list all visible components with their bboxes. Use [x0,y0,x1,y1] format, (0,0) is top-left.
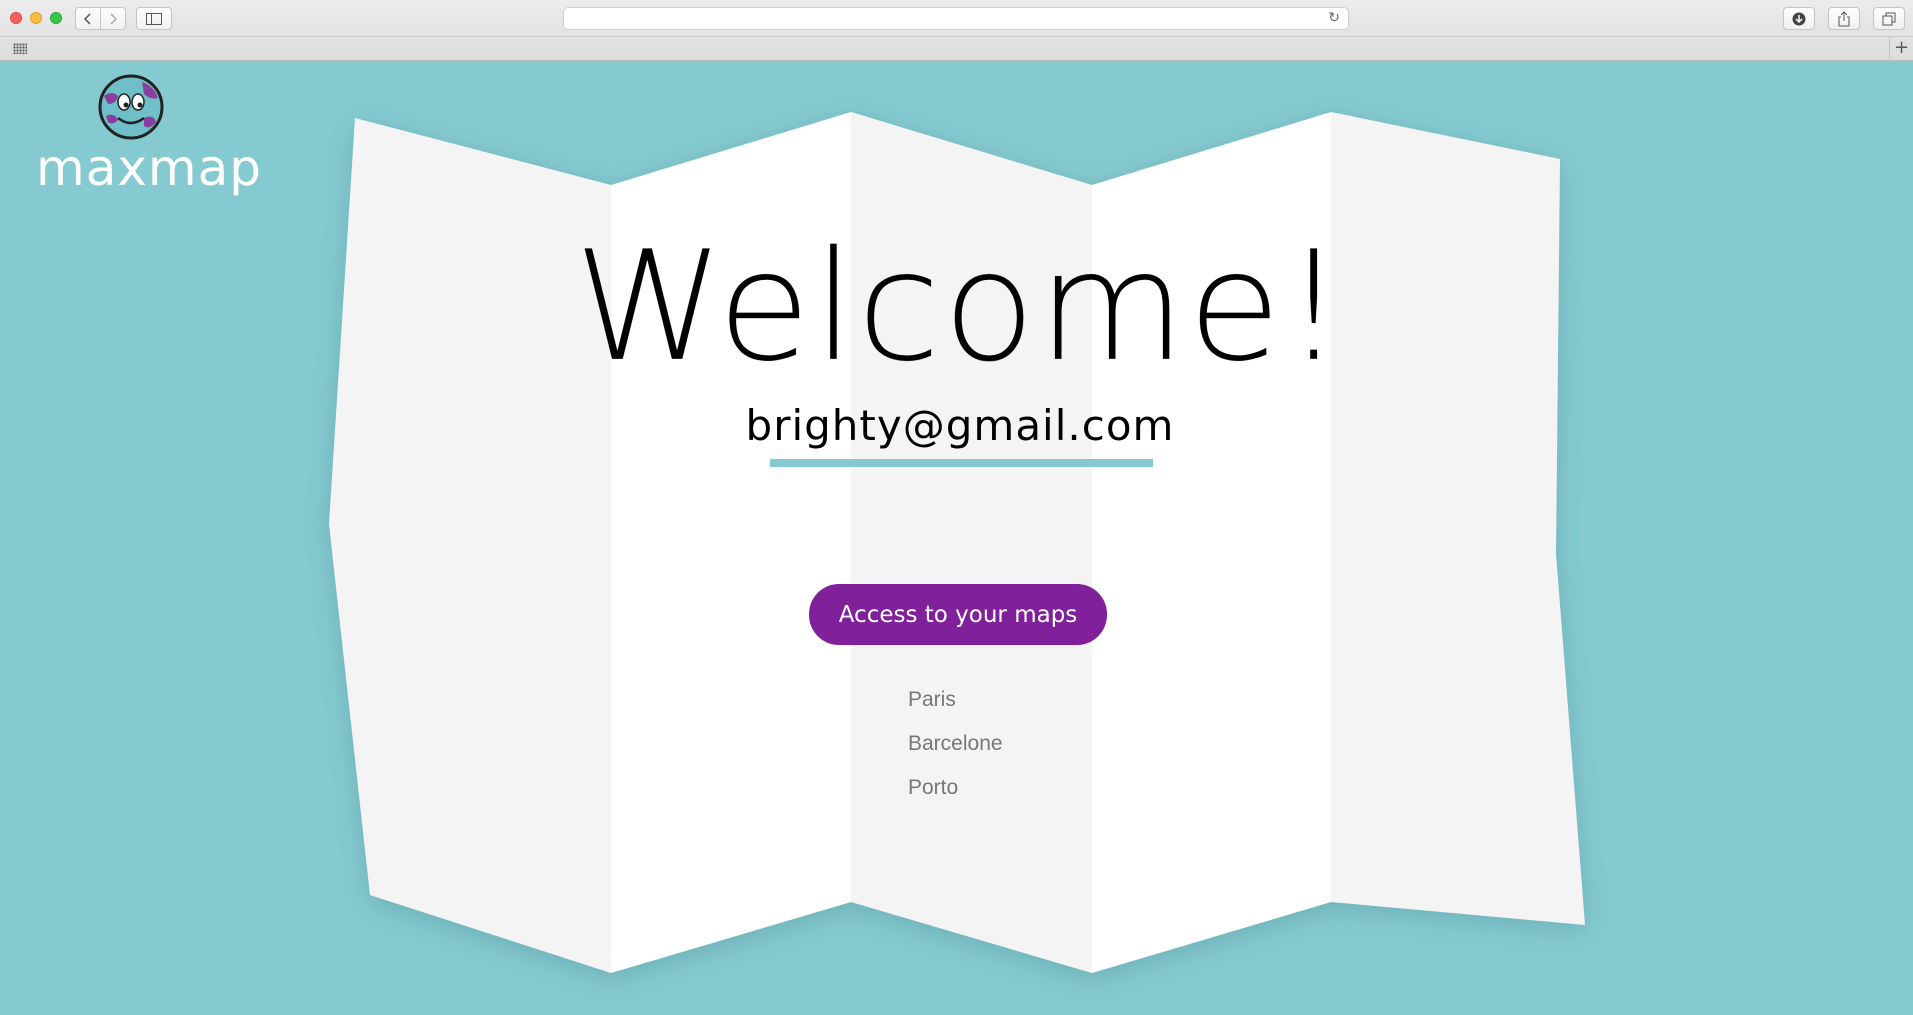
browser-chrome: ↻ + [0,0,1913,61]
sidebar-icon [146,12,162,25]
reload-icon[interactable]: ↻ [1328,10,1340,26]
grid-icon[interactable] [13,43,27,54]
back-button[interactable] [75,7,101,30]
forward-button[interactable] [100,7,126,30]
welcome-panel: Welcome! brighty@gmail.com Access to you… [0,61,1913,1015]
share-button[interactable] [1828,7,1860,30]
page: maxmap Welcome! brighty@gmail.com Access… [0,61,1913,1015]
close-window-button[interactable] [10,12,22,24]
favorites-bar: + [0,37,1913,61]
downloads-button[interactable] [1783,7,1815,30]
minimize-window-button[interactable] [30,12,42,24]
browser-toolbar: ↻ [0,0,1913,37]
download-icon [1792,12,1806,25]
email-underline [770,459,1153,467]
chevron-right-icon [110,12,118,25]
user-email: brighty@gmail.com [745,401,1175,450]
map-item-barcelone[interactable]: Barcelone [908,722,1003,766]
map-item-porto[interactable]: Porto [908,766,1003,810]
address-bar[interactable]: ↻ [563,7,1349,30]
chevron-left-icon [83,12,91,25]
maps-list: Paris Barcelone Porto [908,678,1003,810]
share-icon [1838,10,1850,26]
maximize-window-button[interactable] [50,12,62,24]
welcome-heading: Welcome! [573,218,1347,395]
sidebar-toggle-button[interactable] [136,7,172,30]
access-maps-button[interactable]: Access to your maps [809,584,1107,645]
tab-overview-button[interactable] [1873,7,1905,30]
new-tab-button[interactable]: + [1889,37,1913,61]
tabs-icon [1882,12,1896,25]
map-item-paris[interactable]: Paris [908,678,1003,722]
